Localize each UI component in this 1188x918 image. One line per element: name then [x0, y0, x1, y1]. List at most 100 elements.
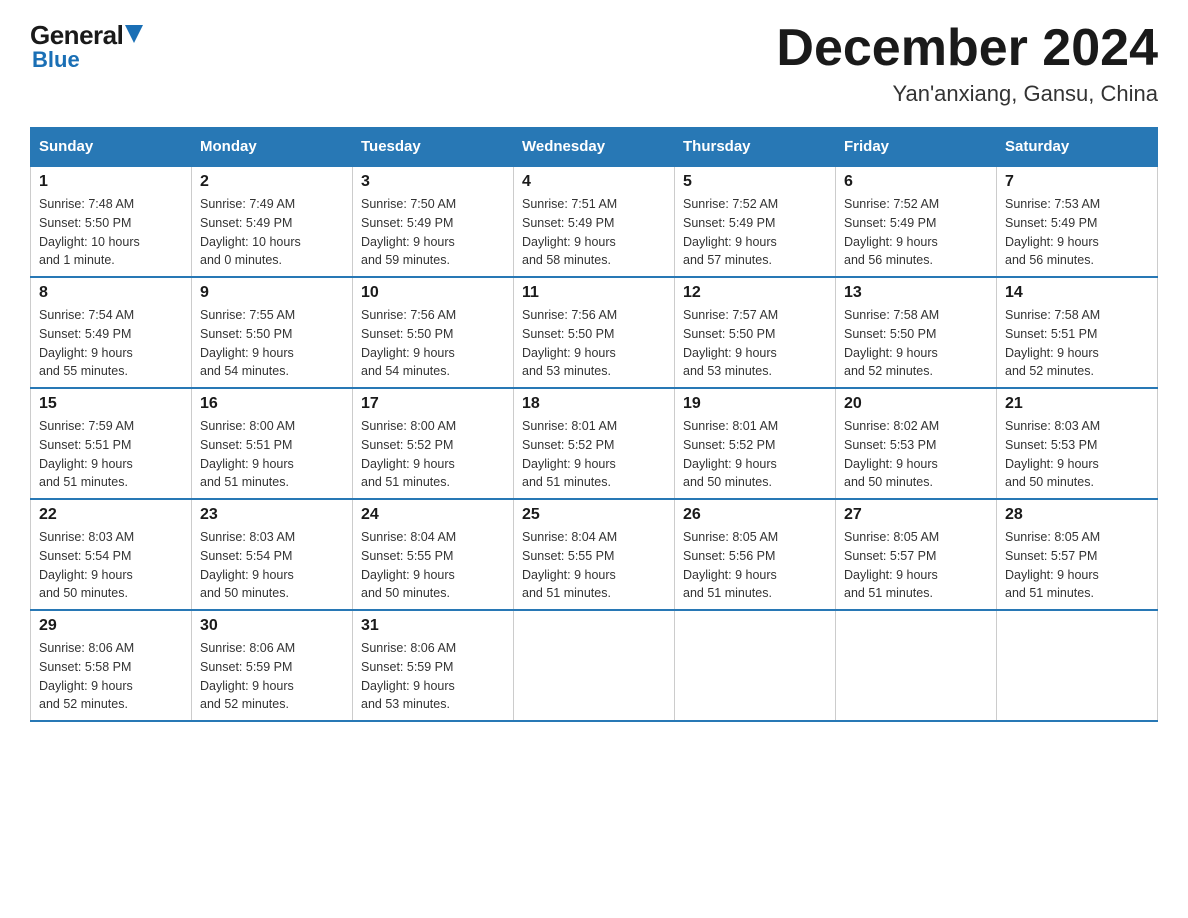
- calendar-cell: 10 Sunrise: 7:56 AMSunset: 5:50 PMDaylig…: [353, 277, 514, 388]
- day-info: Sunrise: 8:05 AMSunset: 5:57 PMDaylight:…: [844, 528, 988, 603]
- calendar-cell: 31 Sunrise: 8:06 AMSunset: 5:59 PMDaylig…: [353, 610, 514, 721]
- day-number: 11: [522, 284, 666, 302]
- day-number: 1: [39, 173, 183, 191]
- logo-blue: Blue: [32, 47, 80, 73]
- calendar-cell: 15 Sunrise: 7:59 AMSunset: 5:51 PMDaylig…: [31, 388, 192, 499]
- header-friday: Friday: [836, 128, 997, 167]
- day-info: Sunrise: 7:59 AMSunset: 5:51 PMDaylight:…: [39, 417, 183, 492]
- calendar-cell: 16 Sunrise: 8:00 AMSunset: 5:51 PMDaylig…: [192, 388, 353, 499]
- day-number: 19: [683, 395, 827, 413]
- day-info: Sunrise: 7:52 AMSunset: 5:49 PMDaylight:…: [844, 195, 988, 270]
- calendar-week-row: 1 Sunrise: 7:48 AMSunset: 5:50 PMDayligh…: [31, 166, 1158, 277]
- day-info: Sunrise: 7:50 AMSunset: 5:49 PMDaylight:…: [361, 195, 505, 270]
- day-number: 28: [1005, 506, 1149, 524]
- day-info: Sunrise: 7:48 AMSunset: 5:50 PMDaylight:…: [39, 195, 183, 270]
- day-info: Sunrise: 8:05 AMSunset: 5:56 PMDaylight:…: [683, 528, 827, 603]
- day-number: 7: [1005, 173, 1149, 191]
- day-number: 14: [1005, 284, 1149, 302]
- calendar-cell: [997, 610, 1158, 721]
- day-info: Sunrise: 7:57 AMSunset: 5:50 PMDaylight:…: [683, 306, 827, 381]
- calendar-cell: 1 Sunrise: 7:48 AMSunset: 5:50 PMDayligh…: [31, 166, 192, 277]
- header-saturday: Saturday: [997, 128, 1158, 167]
- day-info: Sunrise: 8:00 AMSunset: 5:51 PMDaylight:…: [200, 417, 344, 492]
- day-number: 9: [200, 284, 344, 302]
- day-info: Sunrise: 7:54 AMSunset: 5:49 PMDaylight:…: [39, 306, 183, 381]
- calendar-cell: 25 Sunrise: 8:04 AMSunset: 5:55 PMDaylig…: [514, 499, 675, 610]
- page-subtitle: Yan'anxiang, Gansu, China: [776, 81, 1158, 107]
- calendar-cell: 26 Sunrise: 8:05 AMSunset: 5:56 PMDaylig…: [675, 499, 836, 610]
- header-monday: Monday: [192, 128, 353, 167]
- day-number: 5: [683, 173, 827, 191]
- day-info: Sunrise: 8:03 AMSunset: 5:54 PMDaylight:…: [39, 528, 183, 603]
- day-number: 17: [361, 395, 505, 413]
- day-info: Sunrise: 8:04 AMSunset: 5:55 PMDaylight:…: [361, 528, 505, 603]
- day-info: Sunrise: 8:01 AMSunset: 5:52 PMDaylight:…: [683, 417, 827, 492]
- day-info: Sunrise: 8:06 AMSunset: 5:59 PMDaylight:…: [200, 639, 344, 714]
- calendar-cell: 28 Sunrise: 8:05 AMSunset: 5:57 PMDaylig…: [997, 499, 1158, 610]
- day-info: Sunrise: 8:06 AMSunset: 5:58 PMDaylight:…: [39, 639, 183, 714]
- calendar-cell: 4 Sunrise: 7:51 AMSunset: 5:49 PMDayligh…: [514, 166, 675, 277]
- day-info: Sunrise: 7:55 AMSunset: 5:50 PMDaylight:…: [200, 306, 344, 381]
- day-number: 24: [361, 506, 505, 524]
- day-info: Sunrise: 7:49 AMSunset: 5:49 PMDaylight:…: [200, 195, 344, 270]
- day-number: 22: [39, 506, 183, 524]
- day-info: Sunrise: 8:05 AMSunset: 5:57 PMDaylight:…: [1005, 528, 1149, 603]
- day-number: 16: [200, 395, 344, 413]
- day-info: Sunrise: 7:56 AMSunset: 5:50 PMDaylight:…: [361, 306, 505, 381]
- day-info: Sunrise: 8:00 AMSunset: 5:52 PMDaylight:…: [361, 417, 505, 492]
- day-number: 20: [844, 395, 988, 413]
- day-info: Sunrise: 7:53 AMSunset: 5:49 PMDaylight:…: [1005, 195, 1149, 270]
- calendar-cell: 18 Sunrise: 8:01 AMSunset: 5:52 PMDaylig…: [514, 388, 675, 499]
- header-tuesday: Tuesday: [353, 128, 514, 167]
- day-number: 31: [361, 617, 505, 635]
- day-info: Sunrise: 8:04 AMSunset: 5:55 PMDaylight:…: [522, 528, 666, 603]
- day-number: 26: [683, 506, 827, 524]
- calendar-cell: 8 Sunrise: 7:54 AMSunset: 5:49 PMDayligh…: [31, 277, 192, 388]
- day-info: Sunrise: 8:02 AMSunset: 5:53 PMDaylight:…: [844, 417, 988, 492]
- calendar-cell: 24 Sunrise: 8:04 AMSunset: 5:55 PMDaylig…: [353, 499, 514, 610]
- calendar-cell: 2 Sunrise: 7:49 AMSunset: 5:49 PMDayligh…: [192, 166, 353, 277]
- day-number: 3: [361, 173, 505, 191]
- calendar-cell: 5 Sunrise: 7:52 AMSunset: 5:49 PMDayligh…: [675, 166, 836, 277]
- day-number: 12: [683, 284, 827, 302]
- day-info: Sunrise: 7:58 AMSunset: 5:51 PMDaylight:…: [1005, 306, 1149, 381]
- calendar-cell: 7 Sunrise: 7:53 AMSunset: 5:49 PMDayligh…: [997, 166, 1158, 277]
- calendar-cell: 17 Sunrise: 8:00 AMSunset: 5:52 PMDaylig…: [353, 388, 514, 499]
- day-number: 21: [1005, 395, 1149, 413]
- calendar-cell: 3 Sunrise: 7:50 AMSunset: 5:49 PMDayligh…: [353, 166, 514, 277]
- day-number: 15: [39, 395, 183, 413]
- day-number: 4: [522, 173, 666, 191]
- title-area: December 2024 Yan'anxiang, Gansu, China: [776, 20, 1158, 107]
- day-info: Sunrise: 8:03 AMSunset: 5:53 PMDaylight:…: [1005, 417, 1149, 492]
- day-number: 27: [844, 506, 988, 524]
- logo-triangle-icon: [125, 25, 143, 43]
- day-info: Sunrise: 7:52 AMSunset: 5:49 PMDaylight:…: [683, 195, 827, 270]
- day-number: 6: [844, 173, 988, 191]
- calendar-cell: 30 Sunrise: 8:06 AMSunset: 5:59 PMDaylig…: [192, 610, 353, 721]
- calendar-week-row: 8 Sunrise: 7:54 AMSunset: 5:49 PMDayligh…: [31, 277, 1158, 388]
- day-info: Sunrise: 7:56 AMSunset: 5:50 PMDaylight:…: [522, 306, 666, 381]
- day-info: Sunrise: 7:58 AMSunset: 5:50 PMDaylight:…: [844, 306, 988, 381]
- calendar-cell: [514, 610, 675, 721]
- calendar-table: SundayMondayTuesdayWednesdayThursdayFrid…: [30, 127, 1158, 722]
- calendar-cell: 22 Sunrise: 8:03 AMSunset: 5:54 PMDaylig…: [31, 499, 192, 610]
- day-number: 29: [39, 617, 183, 635]
- header-thursday: Thursday: [675, 128, 836, 167]
- day-number: 2: [200, 173, 344, 191]
- day-number: 13: [844, 284, 988, 302]
- calendar-cell: 20 Sunrise: 8:02 AMSunset: 5:53 PMDaylig…: [836, 388, 997, 499]
- calendar-cell: [675, 610, 836, 721]
- calendar-cell: 19 Sunrise: 8:01 AMSunset: 5:52 PMDaylig…: [675, 388, 836, 499]
- calendar-week-row: 22 Sunrise: 8:03 AMSunset: 5:54 PMDaylig…: [31, 499, 1158, 610]
- calendar-cell: 13 Sunrise: 7:58 AMSunset: 5:50 PMDaylig…: [836, 277, 997, 388]
- day-info: Sunrise: 8:06 AMSunset: 5:59 PMDaylight:…: [361, 639, 505, 714]
- day-number: 8: [39, 284, 183, 302]
- calendar-cell: 9 Sunrise: 7:55 AMSunset: 5:50 PMDayligh…: [192, 277, 353, 388]
- calendar-cell: 23 Sunrise: 8:03 AMSunset: 5:54 PMDaylig…: [192, 499, 353, 610]
- calendar-cell: 14 Sunrise: 7:58 AMSunset: 5:51 PMDaylig…: [997, 277, 1158, 388]
- day-info: Sunrise: 8:03 AMSunset: 5:54 PMDaylight:…: [200, 528, 344, 603]
- day-number: 10: [361, 284, 505, 302]
- day-number: 18: [522, 395, 666, 413]
- day-number: 25: [522, 506, 666, 524]
- header: General Blue December 2024 Yan'anxiang, …: [30, 20, 1158, 107]
